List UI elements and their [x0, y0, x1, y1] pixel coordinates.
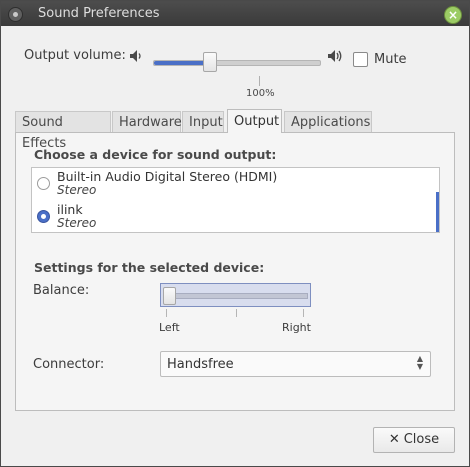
- balance-slider-knob[interactable]: [163, 287, 176, 305]
- volume-slider-fill: [154, 61, 210, 65]
- balance-tick-left: [166, 309, 167, 317]
- device-radio-hdmi[interactable]: [37, 177, 50, 190]
- volume-slider-knob[interactable]: [203, 52, 217, 72]
- window-close-icon[interactable]: ×: [444, 6, 462, 24]
- balance-tick-center: [236, 309, 237, 317]
- device-name: ilink: [57, 202, 83, 217]
- mute-checkbox[interactable]: [353, 52, 368, 67]
- output-volume-label: Output volume:: [24, 48, 126, 63]
- tab-sound-effects[interactable]: Sound Effects: [15, 111, 111, 151]
- device-profile: Stereo: [57, 183, 97, 197]
- volume-100-label: 100%: [246, 88, 275, 99]
- balance-left-label: Left: [159, 321, 180, 334]
- output-device-heading: Choose a device for sound output:: [34, 147, 277, 162]
- sound-preferences-window: Sound Preferences × Output volume: 100% …: [0, 0, 470, 467]
- speaker-low-icon: [130, 50, 141, 62]
- close-icon: ✕: [388, 432, 400, 447]
- device-settings-heading: Settings for the selected device:: [34, 260, 265, 275]
- device-list-scrollbar[interactable]: [436, 192, 439, 232]
- balance-tick-right: [303, 309, 304, 317]
- tab-input[interactable]: Input: [182, 111, 224, 132]
- balance-slider[interactable]: [160, 283, 311, 307]
- tab-hardware[interactable]: Hardware: [112, 111, 182, 132]
- device-profile: Stereo: [57, 216, 97, 230]
- balance-label: Balance:: [33, 283, 90, 298]
- select-arrows-icon: ▲ ▼: [416, 354, 423, 371]
- balance-right-label: Right: [282, 321, 311, 334]
- connector-label: Connector:: [33, 357, 105, 372]
- tab-applications[interactable]: Applications: [284, 111, 372, 132]
- device-name: Built-in Audio Digital Stereo (HDMI): [57, 169, 278, 184]
- window-title: Sound Preferences: [38, 6, 160, 21]
- close-button-label: Close: [403, 432, 440, 447]
- mute-label[interactable]: Mute: [374, 52, 407, 67]
- balance-slider-track: [165, 293, 308, 299]
- connector-value: Handsfree: [167, 357, 234, 372]
- speaker-high-icon: [328, 50, 342, 62]
- title-bar: Sound Preferences ×: [1, 1, 469, 26]
- tab-output[interactable]: Output: [227, 109, 282, 133]
- connector-select[interactable]: Handsfree ▲ ▼: [160, 351, 431, 377]
- device-radio-ilink[interactable]: [37, 210, 50, 223]
- device-row-hdmi[interactable]: Built-in Audio Digital Stereo (HDMI) Ste…: [32, 168, 439, 200]
- close-button[interactable]: ✕ Close: [373, 427, 455, 453]
- output-device-list: Built-in Audio Digital Stereo (HDMI) Ste…: [31, 167, 440, 233]
- volume-slider[interactable]: [153, 60, 321, 66]
- device-row-ilink[interactable]: ilink Stereo: [32, 201, 439, 233]
- window-menu-icon[interactable]: [8, 7, 23, 22]
- volume-100-tick: [259, 76, 260, 86]
